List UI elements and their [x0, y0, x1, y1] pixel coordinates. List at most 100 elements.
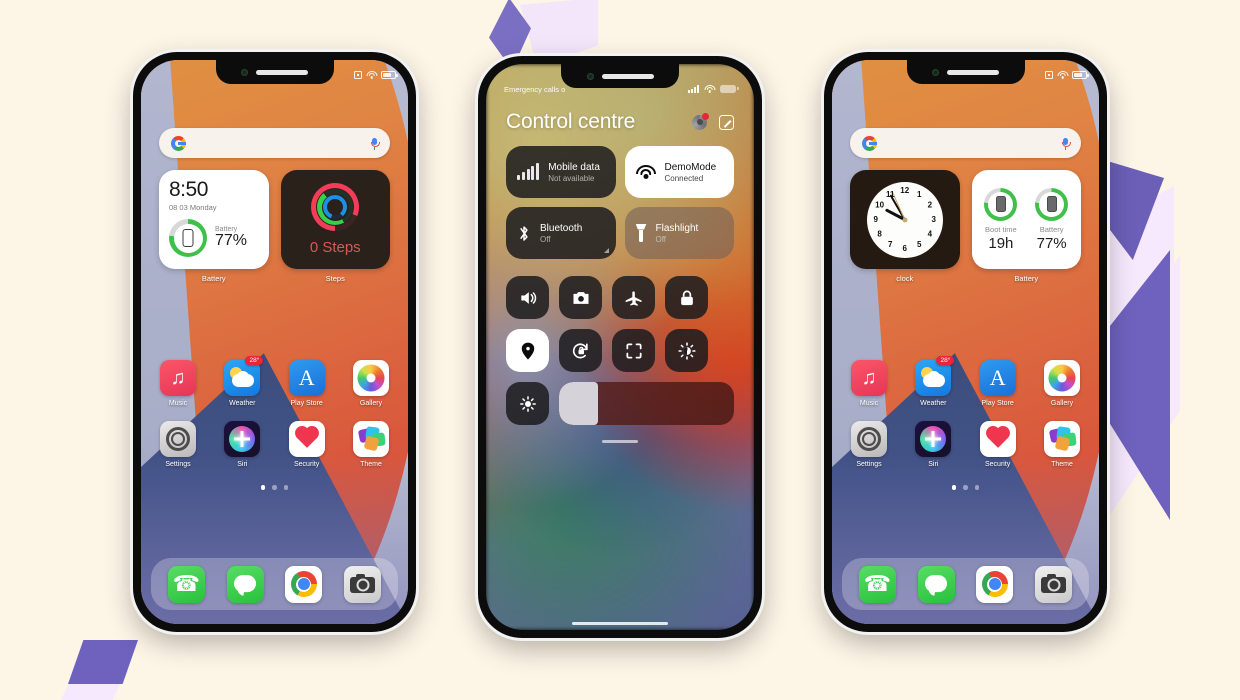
phone-icon[interactable]: [167, 565, 205, 603]
app-weather[interactable]: 28° Weather: [910, 356, 956, 407]
photos-icon: [352, 360, 389, 396]
control-centre-header: Control centre: [506, 110, 734, 134]
tile-title: DemoMode: [664, 161, 717, 173]
tile-subtitle: Off: [540, 234, 551, 244]
camera-toggle[interactable]: [559, 276, 602, 319]
clock-numeral: 3: [931, 214, 936, 224]
front-camera-icon: [932, 68, 939, 76]
volume-toggle[interactable]: [506, 276, 549, 319]
app-label: Security: [985, 461, 1011, 468]
cell-value: 19h: [988, 234, 1014, 252]
front-camera-icon: [586, 72, 594, 80]
search-input[interactable]: [159, 128, 390, 158]
notch: [561, 64, 679, 88]
app-store-icon: [288, 360, 325, 396]
microphone-icon[interactable]: [1062, 137, 1071, 150]
expand-corner-icon[interactable]: [603, 248, 609, 253]
battery-widget[interactable]: Boot time 19h Battery 77% Battery: [971, 170, 1081, 283]
rotation-lock-toggle[interactable]: [559, 329, 602, 372]
grabber-handle[interactable]: [602, 440, 638, 443]
mobile-data-tile[interactable]: Mobile data Not available: [506, 146, 616, 198]
app-label: Music: [859, 400, 879, 407]
clock-dial: 1 2 3 4 5 6 7 8 9 10 11 12: [866, 181, 943, 258]
microphone-icon[interactable]: [371, 137, 380, 150]
siri-orb-icon: [224, 421, 261, 457]
earpiece-speaker: [947, 69, 999, 75]
photos-icon: [1043, 360, 1080, 396]
page-dots[interactable]: [832, 485, 1099, 490]
bluetooth-tile[interactable]: Bluetooth Off: [506, 207, 616, 259]
app-gallery[interactable]: Gallery: [1039, 360, 1085, 407]
wifi-icon: [366, 71, 377, 79]
app-siri[interactable]: Siri: [219, 421, 265, 468]
app-label: Weather: [229, 400, 256, 407]
scan-toggle[interactable]: [612, 329, 655, 372]
app-theme[interactable]: Theme: [1039, 421, 1085, 468]
app-security[interactable]: Security: [975, 421, 1021, 468]
lock-toggle[interactable]: [665, 276, 708, 319]
screenshot-icon: [354, 71, 362, 79]
page-dots[interactable]: [141, 485, 408, 490]
app-label: Siri: [928, 461, 939, 468]
notch: [215, 60, 334, 84]
steps-widget[interactable]: 0 Steps Steps: [280, 170, 390, 283]
phone-left: 8:50 08 03 Monday Battery 77% Battery 0 …: [133, 52, 416, 632]
auto-brightness-toggle[interactable]: [506, 382, 549, 425]
earpiece-speaker: [601, 73, 654, 79]
app-weather[interactable]: 28° Weather: [219, 356, 265, 407]
phone-icon[interactable]: [858, 565, 896, 603]
clock-battery-widget[interactable]: 8:50 08 03 Monday Battery 77% Battery: [159, 170, 269, 283]
tile-title: Mobile data: [548, 161, 600, 173]
control-centre-screen: Emergency calls o Control centre Mobile …: [486, 64, 754, 630]
tile-title: Bluetooth: [540, 222, 583, 234]
app-security[interactable]: Security: [284, 421, 330, 468]
theme-tiles-icon: [1043, 421, 1080, 457]
app-store-icon: [979, 360, 1016, 396]
home-indicator[interactable]: [572, 621, 668, 625]
bluetooth-icon: [517, 224, 531, 243]
tile-subtitle: Off: [655, 234, 667, 244]
flashlight-tile[interactable]: Flashlight Off: [624, 207, 734, 259]
steps-value: 0 Steps: [309, 239, 361, 256]
page-title: Control centre: [506, 110, 636, 133]
cell-caption: Battery: [1039, 224, 1064, 234]
widget-row: 8:50 08 03 Monday Battery 77% Battery 0 …: [159, 170, 390, 283]
chrome-icon[interactable]: [285, 565, 323, 603]
app-play-store[interactable]: Play Store: [284, 360, 330, 407]
app-play-store[interactable]: Play Store: [975, 360, 1021, 407]
google-g-icon: [862, 135, 877, 151]
app-label: Security: [294, 461, 320, 468]
camera-icon[interactable]: [344, 565, 382, 603]
settings-badge-icon[interactable]: [692, 112, 709, 130]
camera-icon[interactable]: [1035, 565, 1073, 603]
signal-icon: [688, 85, 699, 93]
weather-icon: [224, 360, 261, 396]
messages-icon[interactable]: [226, 565, 264, 603]
phone-right: 1 2 3 4 5 6 7 8 9 10 11 12 clock Boot time 19h Batt…: [824, 52, 1107, 632]
airplane-toggle[interactable]: [612, 276, 655, 319]
app-theme[interactable]: Theme: [348, 421, 394, 468]
app-settings[interactable]: Settings: [155, 421, 201, 468]
clock-widget[interactable]: 1 2 3 4 5 6 7 8 9 10 11 12 clock: [850, 170, 960, 283]
app-gallery[interactable]: Gallery: [348, 360, 394, 407]
app-music[interactable]: Music: [846, 360, 892, 407]
app-music[interactable]: Music: [155, 360, 201, 407]
wifi-tile[interactable]: DemoMode Connected: [624, 146, 734, 198]
decor-shape-bottom-purple: [68, 640, 138, 684]
app-siri[interactable]: Siri: [910, 421, 956, 468]
wifi-icon: [1057, 71, 1068, 79]
chrome-icon[interactable]: [976, 565, 1014, 603]
edit-icon[interactable]: [719, 114, 734, 130]
app-label: Siri: [237, 461, 248, 468]
phone-center: Emergency calls o Control centre Mobile …: [478, 56, 762, 638]
clock-numeral: 7: [888, 239, 893, 249]
location-toggle[interactable]: [506, 329, 549, 372]
messages-icon[interactable]: [917, 565, 955, 603]
search-input[interactable]: [850, 128, 1081, 158]
control-centre-tiles: Mobile data Not available DemoMode Conne…: [506, 146, 734, 259]
signal-bars-icon: [517, 163, 540, 180]
app-row-2: Settings Siri Security Theme: [846, 421, 1085, 468]
brightness-slider[interactable]: [559, 382, 734, 425]
dark-mode-toggle[interactable]: [665, 329, 708, 372]
app-settings[interactable]: Settings: [846, 421, 892, 468]
